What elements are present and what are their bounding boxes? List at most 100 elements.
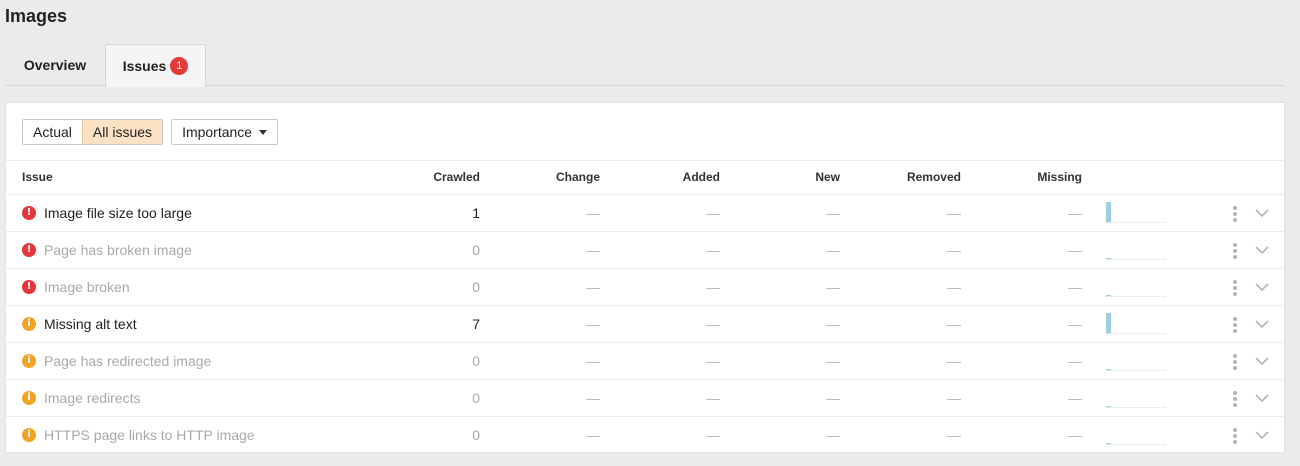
added-value: — xyxy=(706,390,720,406)
trend-sparkline xyxy=(1106,240,1166,260)
change-value: — xyxy=(586,390,600,406)
crawled-count[interactable]: 0 xyxy=(472,269,480,305)
issue-name[interactable]: Image file size too large xyxy=(44,195,192,231)
sparkline-bar xyxy=(1106,313,1111,333)
trend-sparkline xyxy=(1106,313,1166,334)
more-options-icon[interactable] xyxy=(1232,391,1238,407)
new-value: — xyxy=(826,353,840,369)
missing-value: — xyxy=(1068,242,1082,258)
missing-value: — xyxy=(1068,316,1082,332)
trend-sparkline xyxy=(1106,351,1166,371)
removed-value: — xyxy=(947,390,961,406)
sparkline-bar xyxy=(1106,295,1111,296)
importance-dropdown-label: Importance xyxy=(182,124,253,140)
added-value: — xyxy=(706,279,720,295)
new-value: — xyxy=(826,316,840,332)
chevron-down-icon[interactable] xyxy=(1254,317,1270,331)
removed-value: — xyxy=(947,205,961,221)
issue-name[interactable]: Page has redirected image xyxy=(44,343,211,379)
new-value: — xyxy=(826,205,840,221)
added-value: — xyxy=(706,205,720,221)
missing-value: — xyxy=(1068,205,1082,221)
sparkline-bar xyxy=(1106,202,1111,222)
tab-issues[interactable]: Issues 1 xyxy=(105,44,206,87)
change-value: — xyxy=(586,205,600,221)
issue-cell: i HTTPS page links to HTTP image xyxy=(22,417,255,453)
crawled-count[interactable]: 0 xyxy=(472,343,480,379)
issues-panel: Actual All issues Importance Issue Crawl… xyxy=(5,102,1285,453)
new-value: — xyxy=(826,427,840,443)
more-options-icon[interactable] xyxy=(1232,243,1238,259)
header-change[interactable]: Change xyxy=(556,161,600,194)
removed-value: — xyxy=(947,427,961,443)
caret-down-icon xyxy=(259,129,268,135)
new-value: — xyxy=(826,390,840,406)
chevron-down-icon[interactable] xyxy=(1254,428,1270,442)
header-missing[interactable]: Missing xyxy=(1037,161,1082,194)
filter-actual-button[interactable]: Actual xyxy=(23,120,82,144)
issue-cell: ! Page has broken image xyxy=(22,232,192,268)
table-row[interactable]: ! Image broken 0 — — — — — xyxy=(6,269,1284,306)
added-value: — xyxy=(706,427,720,443)
chevron-down-icon[interactable] xyxy=(1254,280,1270,294)
issue-cell: ! Image broken xyxy=(22,269,130,305)
header-removed[interactable]: Removed xyxy=(907,161,961,194)
crawled-count[interactable]: 0 xyxy=(472,417,480,453)
more-options-icon[interactable] xyxy=(1232,428,1238,444)
header-crawled[interactable]: Crawled xyxy=(433,161,480,194)
crawled-count[interactable]: 1 xyxy=(472,195,480,231)
filter-bar: Actual All issues Importance xyxy=(22,119,279,145)
sparkline-bar xyxy=(1106,369,1111,370)
error-icon: ! xyxy=(22,206,36,220)
chevron-down-icon[interactable] xyxy=(1254,354,1270,368)
table-row[interactable]: ! Image file size too large 1 — — — — — xyxy=(6,195,1284,232)
chevron-down-icon[interactable] xyxy=(1254,206,1270,220)
missing-value: — xyxy=(1068,390,1082,406)
more-options-icon[interactable] xyxy=(1232,317,1238,333)
added-value: — xyxy=(706,242,720,258)
crawled-count[interactable]: 7 xyxy=(472,306,480,342)
removed-value: — xyxy=(947,316,961,332)
issue-cell: i Image redirects xyxy=(22,380,140,416)
issue-name[interactable]: Image redirects xyxy=(44,380,140,416)
more-options-icon[interactable] xyxy=(1232,354,1238,370)
sparkline-bar xyxy=(1106,443,1111,444)
issue-name[interactable]: Missing alt text xyxy=(44,306,137,342)
crawled-count[interactable]: 0 xyxy=(472,380,480,416)
more-options-icon[interactable] xyxy=(1232,280,1238,296)
issue-name[interactable]: HTTPS page links to HTTP image xyxy=(44,417,255,453)
info-icon: i xyxy=(22,354,36,368)
sparkline-bar xyxy=(1106,258,1111,259)
table-row[interactable]: i Page has redirected image 0 — — — — — xyxy=(6,343,1284,380)
change-value: — xyxy=(586,353,600,369)
tab-bar: Overview Issues 1 xyxy=(5,44,1285,87)
change-value: — xyxy=(586,279,600,295)
removed-value: — xyxy=(947,279,961,295)
more-options-icon[interactable] xyxy=(1232,206,1238,222)
table-row[interactable]: i Missing alt text 7 — — — — — xyxy=(6,306,1284,343)
trend-sparkline xyxy=(1106,277,1166,297)
new-value: — xyxy=(826,242,840,258)
removed-value: — xyxy=(947,353,961,369)
importance-dropdown[interactable]: Importance xyxy=(171,119,279,145)
chevron-down-icon[interactable] xyxy=(1254,391,1270,405)
header-added[interactable]: Added xyxy=(683,161,720,194)
issue-name[interactable]: Page has broken image xyxy=(44,232,192,268)
error-icon: ! xyxy=(22,280,36,294)
chevron-down-icon[interactable] xyxy=(1254,243,1270,257)
header-issue[interactable]: Issue xyxy=(22,161,53,194)
trend-sparkline xyxy=(1106,425,1166,445)
table-row[interactable]: ! Page has broken image 0 — — — — — xyxy=(6,232,1284,269)
tab-overview[interactable]: Overview xyxy=(5,44,105,86)
page-title: Images xyxy=(5,6,68,26)
change-value: — xyxy=(586,316,600,332)
table-row[interactable]: i HTTPS page links to HTTP image 0 — — —… xyxy=(6,417,1284,454)
crawled-count[interactable]: 0 xyxy=(472,232,480,268)
table-row[interactable]: i Image redirects 0 — — — — — xyxy=(6,380,1284,417)
issue-cell: i Missing alt text xyxy=(22,306,137,342)
sparkline-bar xyxy=(1106,406,1111,407)
issue-name[interactable]: Image broken xyxy=(44,269,130,305)
filter-all-issues-button[interactable]: All issues xyxy=(81,120,163,144)
added-value: — xyxy=(706,316,720,332)
header-new[interactable]: New xyxy=(815,161,840,194)
